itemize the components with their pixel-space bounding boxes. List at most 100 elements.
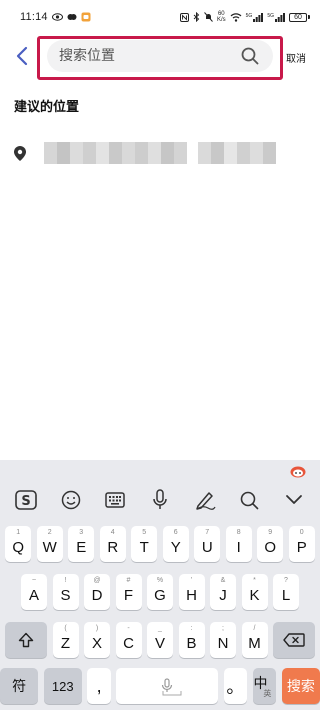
key-sub: # (126, 577, 131, 584)
svg-text:S: S (22, 494, 31, 509)
key-sub: @ (93, 577, 101, 584)
key-d[interactable]: @ D (84, 574, 110, 610)
key-i[interactable]: 8I (225, 526, 252, 562)
key-label: D (91, 586, 103, 604)
notification-app-icon (81, 12, 91, 22)
key-sub: 9 (268, 529, 273, 536)
signal-icon (253, 12, 264, 22)
key-label: V (154, 634, 165, 652)
key-b[interactable]: :B (178, 622, 205, 658)
key-label: N (217, 634, 229, 652)
key-sub: _ (158, 625, 162, 632)
key-g[interactable]: % G (147, 574, 173, 610)
battery-cap (308, 15, 310, 19)
collapse-keyboard-button[interactable] (279, 485, 309, 515)
key-h[interactable]: ' H (178, 574, 205, 610)
key-label: L (281, 586, 291, 604)
key-w[interactable]: 2W (36, 526, 63, 562)
key-label: I (236, 538, 241, 556)
emoji-icon (61, 490, 81, 510)
key-sub: 2 (47, 529, 52, 536)
redaction-block (198, 142, 276, 164)
sogou-logo-button[interactable]: S (11, 485, 41, 515)
key-o[interactable]: 9O (257, 526, 284, 562)
key-z[interactable]: (Z (52, 622, 79, 658)
key-e[interactable]: 3E (68, 526, 95, 562)
key-sub: % (156, 577, 164, 584)
keyboard-search-key[interactable]: 搜索 (281, 668, 320, 704)
space-bar-icon (162, 691, 182, 696)
key-sub: ( (64, 625, 67, 632)
search-box[interactable] (47, 40, 273, 72)
handwriting-button[interactable] (190, 485, 220, 515)
key-p[interactable]: 0P (288, 526, 315, 562)
key-label: R (107, 538, 119, 556)
keyboard-switch-button[interactable] (100, 485, 130, 515)
status-bar: 11:14 60 K/s 5G 5G 60 (0, 0, 320, 34)
language-switch-key[interactable]: 中 英 (252, 668, 277, 704)
key-row-4: 符 123 , 。 中 英 搜索 (0, 668, 320, 704)
keyboard-search-button[interactable] (234, 485, 264, 515)
search-input[interactable] (59, 48, 239, 64)
key-y[interactable]: 6Y (162, 526, 189, 562)
key-n[interactable]: ; N (210, 622, 236, 658)
backspace-key[interactable] (273, 622, 315, 658)
key-l[interactable]: ? L (273, 574, 299, 610)
symbols-key[interactable]: 符 (0, 668, 39, 704)
key-j[interactable]: & J (210, 574, 236, 610)
key-label: G (154, 586, 166, 604)
key-label: B (186, 634, 197, 652)
list-item[interactable] (0, 138, 320, 168)
voice-input-button[interactable] (145, 485, 175, 515)
chevron-left-icon (16, 46, 28, 66)
key-k[interactable]: * K (241, 574, 268, 610)
key-c[interactable]: -C (115, 622, 142, 658)
location-name-redacted (44, 142, 276, 164)
key-sub: ! (64, 577, 67, 584)
space-key[interactable] (116, 668, 219, 704)
lang-sub-label: 英 (263, 689, 272, 698)
key-t[interactable]: 5T (131, 526, 158, 562)
key-sub: ? (284, 577, 288, 584)
back-button[interactable] (10, 42, 34, 70)
key-label: H (186, 586, 197, 604)
cloud-icon (67, 14, 77, 20)
key-f[interactable]: # F (115, 574, 142, 610)
comma-key[interactable]: , (87, 668, 111, 704)
key-label: O (264, 538, 277, 556)
key-sub: ) (95, 625, 99, 632)
signal-tag-2: 5G (267, 12, 274, 19)
emoji-button[interactable] (56, 485, 86, 515)
key-r[interactable]: 4R (99, 526, 126, 562)
bluetooth-icon (193, 12, 200, 22)
key-sub: : (190, 625, 193, 632)
key-x[interactable]: ) X (84, 622, 110, 658)
key-label: J (219, 586, 227, 604)
shift-key[interactable] (5, 622, 47, 658)
numbers-key[interactable]: 123 (43, 668, 82, 704)
period-key[interactable]: 。 (223, 668, 248, 704)
mascot-icon[interactable] (290, 464, 306, 478)
key-s[interactable]: ! S (52, 574, 79, 610)
key-label: M (248, 634, 261, 652)
key-sub: 0 (299, 529, 304, 536)
location-pin-icon (12, 144, 28, 162)
key-row-1: 1Q 2W 3E 4R 5T 6Y 7U 8I 9O 0P (0, 526, 320, 562)
signal-tag-1: 5G (245, 12, 253, 19)
key-m[interactable]: / M (241, 622, 268, 658)
key-q[interactable]: 1Q (5, 526, 32, 562)
backspace-icon (283, 633, 305, 647)
signal-icon (275, 12, 285, 22)
search-button[interactable] (239, 45, 261, 67)
key-label: X (91, 634, 102, 652)
key-label: S (60, 586, 71, 604)
key-v[interactable]: _ V (147, 622, 173, 658)
status-time: 11:14 (20, 11, 48, 23)
key-u[interactable]: 7U (194, 526, 221, 562)
key-sub: ' (190, 577, 193, 584)
collapse-icon (285, 495, 302, 504)
key-a[interactable]: ~ A (21, 574, 47, 610)
cancel-button[interactable]: 取消 (286, 50, 306, 65)
microphone-icon (153, 489, 167, 509)
key-label: U (201, 538, 213, 556)
